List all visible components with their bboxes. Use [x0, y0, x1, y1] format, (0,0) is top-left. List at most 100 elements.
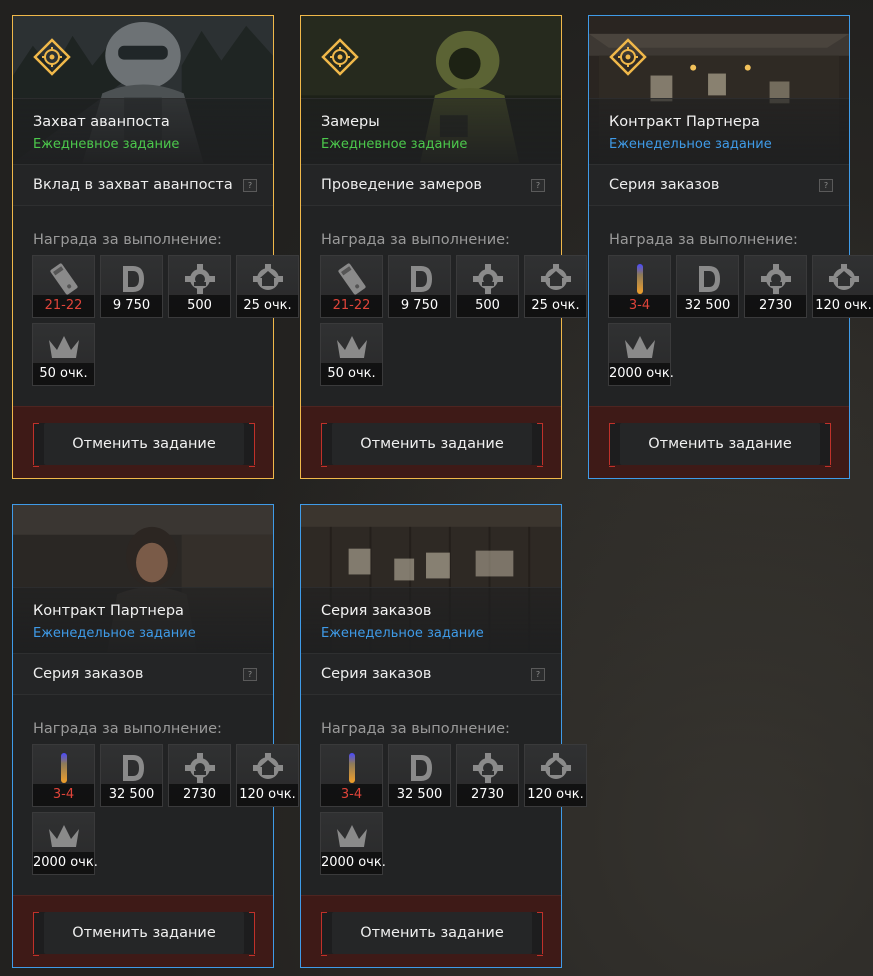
quest-title: Серия заказов — [321, 603, 432, 619]
reward-slot[interactable]: 3-4 — [320, 744, 383, 807]
help-icon[interactable]: ? — [531, 668, 545, 681]
reward-slot[interactable]: 120 очк. — [524, 744, 587, 807]
banner-shade — [13, 98, 273, 164]
reward-slot[interactable]: 9 750 — [388, 255, 451, 318]
cancel-task-button[interactable]: Отменить задание — [33, 423, 255, 467]
reward-slot[interactable]: 2000 очк. — [32, 812, 98, 875]
reward-slot[interactable]: 3-4 — [32, 744, 95, 807]
quest-type: Ежедневное задание — [321, 137, 468, 152]
quest-type: Еженедельное задание — [609, 137, 772, 152]
quest-banner: Контракт Партнера Еженедельное задание — [13, 505, 273, 653]
reward-slot[interactable]: 50 очк. — [320, 323, 383, 386]
cancel-task-button[interactable]: Отменить задание — [609, 423, 831, 467]
help-icon[interactable]: ? — [243, 668, 257, 681]
reward-value: 120 очк. — [237, 784, 298, 806]
reward-value: 120 очк. — [525, 784, 586, 806]
reward-slot[interactable]: 2730 — [456, 744, 519, 807]
gear-icon — [757, 262, 795, 296]
gear-house-icon — [825, 262, 863, 296]
reward-slot[interactable]: 120 очк. — [236, 744, 299, 807]
currency-d-icon — [113, 262, 151, 296]
task-row: Серия заказов ? — [13, 653, 273, 695]
gear-house-icon — [249, 262, 287, 296]
quest-type: Еженедельное задание — [321, 626, 484, 641]
quest-banner: Захват аванпоста Ежедневное задание — [13, 16, 273, 164]
magazine-icon — [333, 262, 371, 296]
quest-card: Захват аванпоста Ежедневное задание Вкла… — [12, 15, 299, 479]
reward-value: 25 очк. — [525, 295, 586, 317]
cancel-task-button[interactable]: Отменить задание — [33, 912, 255, 956]
cancel-task-label: Отменить задание — [72, 925, 216, 941]
cancel-task-label: Отменить задание — [360, 925, 504, 941]
reward-slot[interactable]: 9 750 — [100, 255, 163, 318]
quest-banner: Серия заказов Еженедельное задание — [301, 505, 561, 653]
reward-value: 2730 — [169, 784, 230, 806]
crown-icon — [45, 819, 83, 853]
task-name: Серия заказов — [609, 177, 720, 193]
cancel-task-label: Отменить задание — [360, 436, 504, 452]
reward-value: 32 500 — [389, 784, 450, 806]
gear-house-icon — [537, 751, 575, 785]
gear-icon — [181, 751, 219, 785]
currency-d-icon — [113, 751, 151, 785]
reward-slot[interactable]: 2000 очк. — [320, 812, 386, 875]
crown-icon — [333, 819, 371, 853]
quest-card: Контракт Партнера Еженедельное задание С… — [12, 504, 299, 968]
reward-value: 2730 — [745, 295, 806, 317]
reward-slot[interactable]: 2730 — [744, 255, 807, 318]
reward-slot[interactable]: 32 500 — [676, 255, 739, 318]
reward-slot[interactable]: 2000 очк. — [608, 323, 674, 386]
faction-badge-icon — [609, 38, 647, 76]
reward-slot[interactable]: 120 очк. — [812, 255, 873, 318]
reward-value: 21-22 — [33, 295, 94, 317]
quest-card: Замеры Ежедневное задание Проведение зам… — [300, 15, 587, 479]
reward-value: 32 500 — [101, 784, 162, 806]
reward-slot[interactable]: 25 очк. — [236, 255, 299, 318]
reward-slot[interactable]: 21-22 — [320, 255, 383, 318]
reward-value: 32 500 — [677, 295, 738, 317]
reward-value: 50 очк. — [321, 363, 382, 385]
reward-value: 2000 очк. — [321, 852, 386, 874]
faction-badge-icon — [33, 38, 71, 76]
quest-card: Серия заказов Еженедельное задание Серия… — [300, 504, 587, 968]
reward-value: 50 очк. — [33, 363, 94, 385]
reward-value: 9 750 — [389, 295, 450, 317]
help-icon[interactable]: ? — [531, 179, 545, 192]
reward-slot[interactable]: 32 500 — [100, 744, 163, 807]
banner-shade — [13, 587, 273, 653]
gear-house-icon — [249, 751, 287, 785]
quest-title: Контракт Партнера — [33, 603, 184, 619]
gear-icon — [181, 262, 219, 296]
task-name: Проведение замеров — [321, 177, 482, 193]
reward-label: Награда за выполнение: — [33, 232, 222, 248]
reward-slot[interactable]: 50 очк. — [32, 323, 95, 386]
card-footer: Отменить задание — [589, 406, 849, 478]
crown-icon — [333, 330, 371, 364]
reward-value: 21-22 — [321, 295, 382, 317]
reward-value: 3-4 — [321, 784, 382, 806]
reward-slot[interactable]: 32 500 — [388, 744, 451, 807]
reward-slot[interactable]: 21-22 — [32, 255, 95, 318]
reward-value: 120 очк. — [813, 295, 873, 317]
reward-slot[interactable]: 25 очк. — [524, 255, 587, 318]
banner-shade — [301, 98, 561, 164]
reward-slot[interactable]: 2730 — [168, 744, 231, 807]
reward-slot[interactable]: 3-4 — [608, 255, 671, 318]
cancel-task-button[interactable]: Отменить задание — [321, 912, 543, 956]
crown-icon — [621, 330, 659, 364]
help-icon[interactable]: ? — [243, 179, 257, 192]
card-footer: Отменить задание — [13, 406, 273, 478]
reward-label: Награда за выполнение: — [609, 232, 798, 248]
reward-value: 3-4 — [33, 784, 94, 806]
task-row: Проведение замеров ? — [301, 164, 561, 206]
banner-shade — [589, 98, 849, 164]
gear-icon — [469, 751, 507, 785]
reward-value: 2730 — [457, 784, 518, 806]
reward-slot[interactable]: 500 — [168, 255, 231, 318]
faction-badge-icon — [321, 38, 359, 76]
task-row: Серия заказов ? — [589, 164, 849, 206]
reward-slot[interactable]: 500 — [456, 255, 519, 318]
cancel-task-button[interactable]: Отменить задание — [321, 423, 543, 467]
quest-card: Контракт Партнера Еженедельное задание С… — [588, 15, 873, 479]
help-icon[interactable]: ? — [819, 179, 833, 192]
